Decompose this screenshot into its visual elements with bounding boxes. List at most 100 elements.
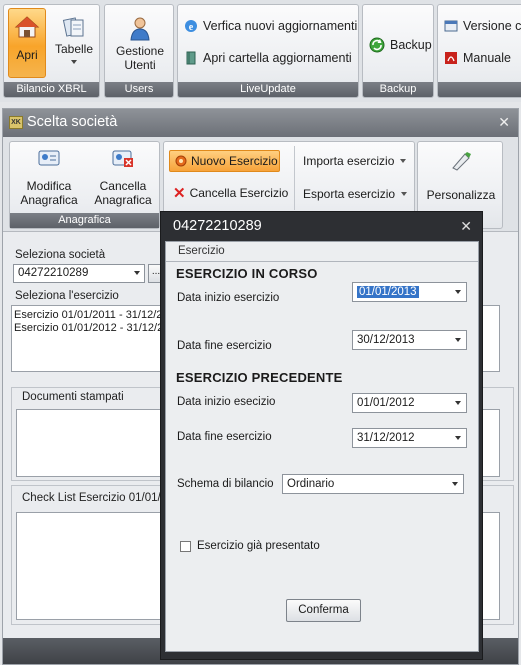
prev-end-label: Data fine esercizio — [177, 431, 272, 443]
seleziona-esercizio-label: Seleziona l'esercizio — [15, 290, 119, 302]
schema-label: Schema di bilancio — [177, 478, 274, 490]
chevron-down-icon — [401, 192, 408, 196]
ribbon-group-users: Gestione Utenti Users — [104, 4, 174, 98]
chevron-down-icon — [455, 436, 461, 440]
nuovo-esercizio-label: Nuovo Esercizio — [191, 154, 278, 168]
manuale-button[interactable]: Manuale — [444, 51, 511, 65]
list-item[interactable]: Esercizio 01/01/2012 - 31/12/2 — [14, 322, 163, 334]
modifica-label: Modifica Anagrafica — [20, 179, 78, 207]
current-start-date[interactable]: 01/01/2013 — [352, 282, 467, 302]
ribbon-group-liveupdate: e Verfica nuovi aggiornamenti Apri carte… — [177, 4, 359, 98]
gestione-utenti-label: Gestione Utenti — [115, 44, 165, 72]
personalizza-button[interactable]: Personalizza — [422, 150, 500, 202]
tab-esercizio[interactable]: Esercizio — [166, 242, 478, 262]
window-info-icon — [444, 20, 458, 32]
verifica-label: Verfica nuovi aggiornamenti — [203, 19, 358, 33]
versione-label: Versione co — [463, 19, 521, 33]
cancella-label: Cancella Anagrafica — [94, 179, 152, 207]
nuovo-esercizio-button[interactable]: Nuovo Esercizio — [169, 150, 280, 172]
window-titlebar: XK Scelta società ✕ — [3, 109, 518, 137]
apri-cartella-label: Apri cartella aggiornamenti — [203, 51, 352, 65]
group-label-users: Users — [105, 82, 173, 97]
chevron-down-icon — [455, 338, 461, 342]
importa-esercizio-button[interactable]: Importa esercizio — [303, 154, 407, 168]
apri-button[interactable]: Apri — [8, 8, 46, 78]
group-label-liveupdate: LiveUpdate — [178, 82, 358, 97]
svg-text:e: e — [189, 22, 194, 33]
current-end-date[interactable]: 30/12/2013 — [352, 330, 467, 350]
close-icon[interactable]: ✕ — [460, 218, 472, 235]
chevron-down-icon — [455, 290, 461, 294]
gear-icon — [175, 155, 187, 167]
prev-end-date[interactable]: 31/12/2012 — [352, 428, 467, 448]
ribbon-group-help: Versione co Manuale — [437, 4, 521, 98]
ribbon-group-bilancio: Apri Tabelle Bilancio XBRL — [3, 4, 100, 98]
user-icon — [130, 17, 150, 41]
verifica-aggiornamenti-button[interactable]: e Verfica nuovi aggiornamenti — [184, 19, 357, 33]
pdf-icon — [445, 52, 457, 64]
schema-value: Ordinario — [287, 478, 335, 490]
delete-card-icon — [112, 150, 133, 167]
window-title: Scelta società — [27, 114, 118, 130]
prev-end-value: 31/12/2012 — [357, 432, 415, 444]
prev-start-date[interactable]: 01/01/2012 — [352, 393, 467, 413]
conferma-button[interactable]: Conferma — [286, 599, 361, 622]
chevron-down-icon — [452, 482, 458, 486]
chevron-down-icon — [71, 60, 77, 64]
current-start-label: Data inizio esercizio — [177, 292, 280, 304]
chevron-down-icon — [455, 401, 461, 405]
folder-book-icon — [186, 51, 196, 65]
current-start-value: 01/01/2013 — [357, 286, 419, 298]
section-previous-title: ESERCIZIO PRECEDENTE — [176, 370, 343, 385]
house-icon — [14, 16, 40, 38]
backup-button[interactable]: Backup — [369, 37, 432, 53]
group-divider — [294, 146, 295, 210]
tabelle-label: Tabelle — [54, 42, 94, 56]
tabelle-button[interactable]: Tabelle — [52, 9, 96, 64]
apri-label: Apri — [16, 48, 38, 62]
esercizio-dialog: 04272210289 ✕ Esercizio ESERCIZIO IN COR… — [160, 211, 483, 660]
gia-presentato-label: Esercizio già presentato — [197, 540, 320, 552]
esporta-esercizio-button[interactable]: Esporta esercizio — [303, 187, 408, 201]
backup-label: Backup — [390, 38, 432, 52]
cancella-esercizio-label: Cancella Esercizio — [189, 186, 289, 200]
prev-start-label: Data inizio esecizio — [177, 396, 276, 408]
current-end-label: Data fine esercizio — [177, 340, 272, 352]
seleziona-societa-label: Seleziona società — [15, 249, 106, 261]
modifica-anagrafica-button[interactable]: Modifica Anagrafica — [16, 148, 82, 207]
dialog-body: Esercizio ESERCIZIO IN CORSO Data inizio… — [165, 241, 479, 652]
group-label-backup: Backup — [363, 82, 433, 97]
paint-brush-icon — [452, 152, 471, 171]
checkbox-box[interactable] — [180, 540, 191, 552]
apri-cartella-button[interactable]: Apri cartella aggiornamenti — [184, 51, 352, 65]
close-icon[interactable]: ✕ — [498, 114, 510, 131]
personalizza-label: Personalizza — [426, 188, 496, 202]
documenti-label: Documenti stampati — [22, 391, 124, 403]
societa-value: 04272210289 — [18, 267, 89, 279]
chevron-down-icon — [134, 271, 140, 275]
tables-icon — [62, 17, 84, 37]
ribbon-group-anagrafica: Modifica Anagrafica Cancella Anagrafica … — [9, 141, 160, 229]
versione-button[interactable]: Versione co — [444, 19, 521, 33]
cancella-anagrafica-button[interactable]: Cancella Anagrafica — [90, 148, 156, 207]
group-label-help — [438, 82, 521, 97]
app-icon: XK — [9, 116, 23, 129]
chevron-down-icon — [400, 159, 407, 163]
list-item[interactable]: Esercizio 01/01/2011 - 31/12/2 — [14, 309, 162, 321]
main-ribbon: Apri Tabelle Bilancio XBRL Gestione Uten… — [0, 0, 521, 102]
section-current-title: ESERCIZIO IN CORSO — [176, 266, 318, 281]
dialog-title: 04272210289 — [173, 218, 262, 234]
importa-label: Importa esercizio — [303, 154, 395, 168]
schema-select[interactable]: Ordinario — [282, 474, 464, 494]
gestione-utenti-button[interactable]: Gestione Utenti — [108, 9, 172, 72]
group-label-bilancio: Bilancio XBRL — [4, 82, 99, 97]
societa-combo[interactable]: 04272210289 — [13, 264, 145, 283]
gia-presentato-checkbox[interactable]: Esercizio già presentato — [180, 540, 320, 552]
internet-explorer-icon: e — [185, 20, 197, 33]
group-label-anagrafica: Anagrafica — [10, 213, 159, 228]
esporta-label: Esporta esercizio — [303, 187, 396, 201]
refresh-icon — [369, 37, 385, 53]
cancella-esercizio-button[interactable]: ✕ Cancella Esercizio — [173, 184, 288, 202]
manuale-label: Manuale — [463, 51, 511, 65]
red-x-icon: ✕ — [173, 185, 186, 202]
